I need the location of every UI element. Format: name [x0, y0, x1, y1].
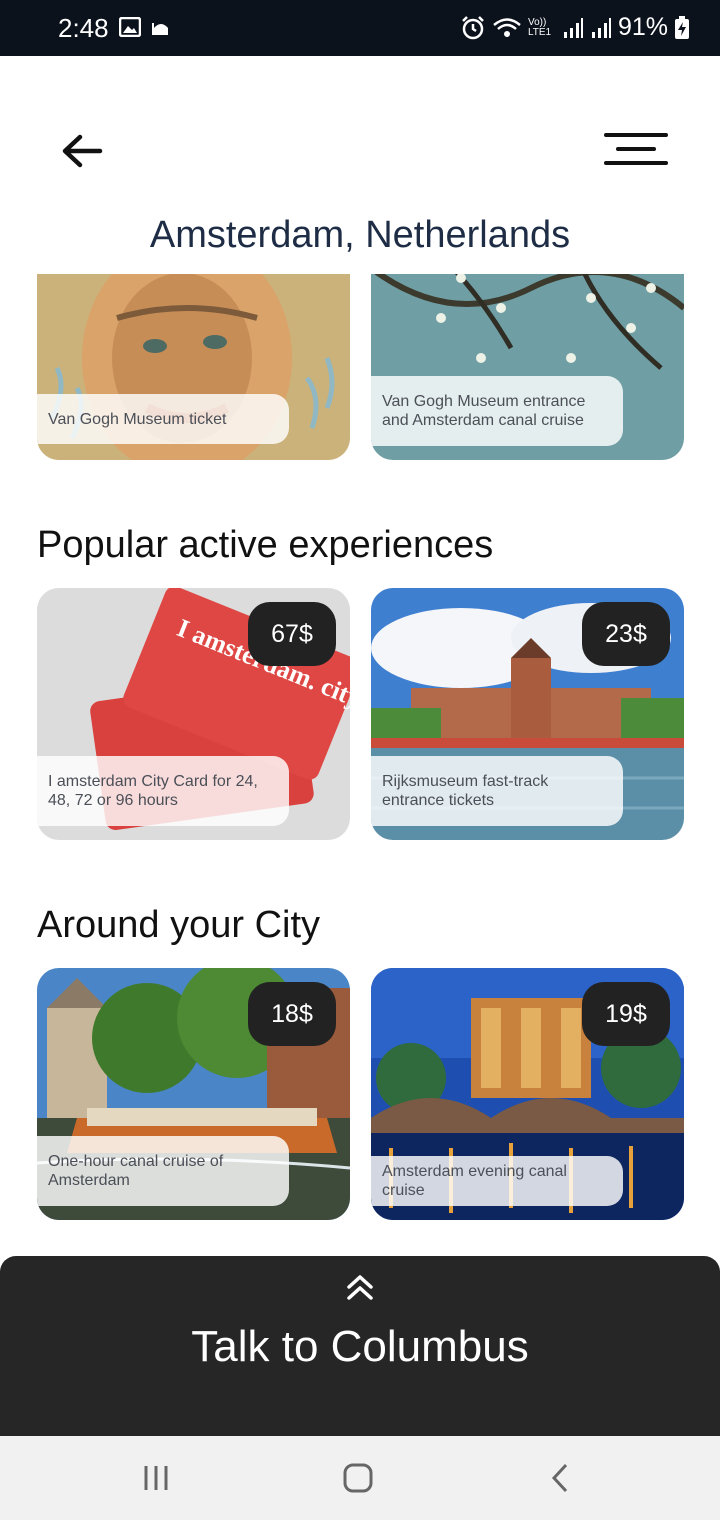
experience-card[interactable]: 18$ One-hour canal cruise of Amsterdam [37, 968, 350, 1220]
nav-back-button[interactable] [535, 1458, 585, 1498]
price-badge: 67$ [248, 602, 336, 666]
card-label: Rijksmuseum fast-track entrance tickets [371, 756, 623, 826]
price-badge: 23$ [582, 602, 670, 666]
arrow-left-icon [62, 134, 103, 168]
network-label: Vo)) LTE1 [527, 16, 552, 38]
system-nav-bar [0, 1436, 720, 1520]
recent-apps-icon [144, 1466, 168, 1490]
double-chevron-up-icon[interactable] [345, 1272, 375, 1302]
image-icon [119, 17, 141, 37]
page-title: Amsterdam, Netherlands [149, 214, 571, 256]
battery-percent: 91% [617, 13, 668, 41]
experience-card[interactable]: 19$ Amsterdam evening canal cruise [371, 968, 684, 1220]
card-label: One-hour canal cruise of Amsterdam [37, 1136, 289, 1206]
alarm-icon [462, 15, 484, 39]
section-title: Popular active experiences [37, 524, 494, 566]
back-icon [551, 1463, 568, 1493]
mosque-icon [152, 23, 168, 35]
home-icon [343, 1463, 373, 1493]
signal-icon [591, 17, 611, 38]
card-label: I amsterdam City Card for 24, 48, 72 or … [37, 756, 289, 826]
experience-card[interactable]: Van Gogh Museum ticket [37, 274, 350, 460]
experiences-list[interactable]: Van Gogh Museum ticket Van Gogh Museum e… [0, 274, 720, 1254]
sheet-title[interactable]: Talk to Columbus [0, 1322, 720, 1372]
wifi-calling-icon [493, 17, 521, 37]
signal-icon [563, 17, 583, 38]
status-time: 2:48 [58, 13, 109, 43]
battery-charging-icon [675, 15, 689, 39]
hamburger-menu-icon [604, 133, 668, 165]
price-badge: 19$ [582, 982, 670, 1046]
card-label: Amsterdam evening canal cruise [371, 1156, 623, 1206]
experience-card[interactable]: 23$ Rijksmuseum fast-track entrance tick… [371, 588, 684, 840]
app-content: Amsterdam, Netherlands Van Gogh Museum t… [0, 56, 720, 1436]
menu-button[interactable] [600, 130, 672, 170]
home-button[interactable] [333, 1458, 383, 1498]
back-button[interactable] [56, 128, 112, 174]
card-label: Van Gogh Museum entrance and Amsterdam c… [371, 376, 623, 446]
status-bar: 2:48 Vo)) LTE1 91% [0, 0, 720, 56]
experience-card[interactable]: I amsterdam. city card 67$ I amsterdam C… [37, 588, 350, 840]
section-title: Around your City [37, 904, 321, 946]
experience-card[interactable]: Van Gogh Museum entrance and Amsterdam c… [371, 274, 684, 460]
recent-apps-button[interactable] [131, 1458, 181, 1498]
card-label: Van Gogh Museum ticket [37, 394, 289, 444]
talk-to-columbus-sheet[interactable]: Talk to Columbus [0, 1256, 720, 1436]
price-badge: 18$ [248, 982, 336, 1046]
